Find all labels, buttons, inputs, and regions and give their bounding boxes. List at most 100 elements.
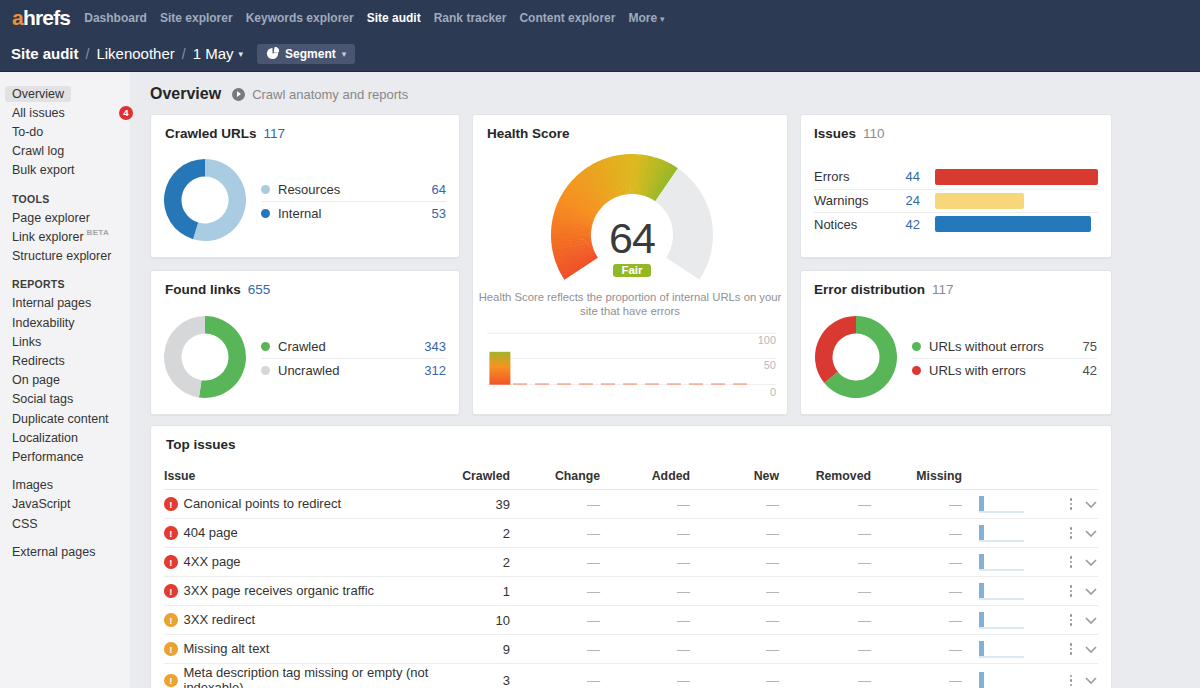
sidebar-item-to-do[interactable]: To-do [0, 122, 130, 141]
sidebar-item-performance[interactable]: Performance [0, 447, 130, 466]
issue-label[interactable]: Meta description tag missing or empty (n… [184, 664, 448, 688]
sidebar-item-structure-explorer[interactable]: Structure explorer [0, 247, 130, 266]
page-subtitle[interactable]: Crawl anatomy and reports [252, 87, 408, 102]
found-links-total[interactable]: 655 [248, 282, 271, 297]
sparkline-bar [979, 641, 984, 658]
breadcrumb-item-likenoother[interactable]: Likenoother [96, 45, 174, 62]
nav-item-rank-tracker[interactable]: Rank tracker [434, 11, 507, 25]
column-header-crawled[interactable]: Crawled [450, 469, 510, 487]
column-header-new[interactable]: New [690, 469, 779, 487]
breadcrumb-separator: / [86, 46, 90, 62]
issue-label[interactable]: 4XX page [184, 553, 241, 572]
kebab-menu-icon[interactable] [1068, 612, 1075, 628]
sidebar-item-links[interactable]: Links [0, 332, 130, 351]
sidebar-group: REPORTSInternal pages Indexability LinksRe… [0, 275, 130, 467]
column-header-added[interactable]: Added [600, 469, 690, 487]
change-value: — [510, 613, 600, 628]
legend-dot-icon [912, 342, 921, 351]
legend-value[interactable]: 343 [424, 339, 446, 354]
chevron-down-icon[interactable] [1085, 588, 1097, 595]
removed-value: — [779, 497, 871, 512]
sparkline-baseline [979, 540, 1024, 542]
sidebar-item-label: To-do [12, 125, 43, 139]
nav-item-content-explorer[interactable]: Content explorer [519, 11, 615, 25]
sidebar-item-external-pages[interactable]: External pages [0, 542, 130, 561]
sidebar-item-overview[interactable]: Overview [0, 84, 130, 103]
sidebar-item-css[interactable]: CSS [0, 514, 130, 533]
nav-item-dashboard[interactable]: Dashboard [84, 11, 147, 25]
issue-cell: !404 page [164, 524, 450, 543]
missing-value: — [871, 526, 962, 541]
crawled-urls-total[interactable]: 117 [264, 126, 286, 141]
sidebar-item-internal-pages[interactable]: Internal pages [0, 294, 130, 313]
chevron-down-icon[interactable] [1085, 677, 1097, 684]
sidebar-item-localization[interactable]: Localization [0, 428, 130, 447]
issues-count-badge: 4 [119, 106, 133, 120]
issue-label[interactable]: Canonical points to redirect [184, 495, 342, 514]
removed-value: — [779, 555, 871, 570]
sidebar-item-bulk-export[interactable]: Bulk export [0, 161, 130, 180]
nav-item-site-explorer[interactable]: Site explorer [160, 11, 233, 25]
row-actions [1024, 525, 1098, 541]
column-header-issue[interactable]: Issue [164, 469, 450, 487]
breadcrumb-item-site-audit[interactable]: Site audit [11, 45, 79, 62]
issues-row-value[interactable]: 42 [880, 217, 920, 232]
column-header-removed[interactable]: Removed [779, 469, 871, 487]
ahrefs-logo[interactable]: ahrefs [12, 6, 70, 30]
sidebar-item-page-explorer[interactable]: Page explorer [0, 208, 130, 227]
issues-row-value[interactable]: 44 [880, 169, 920, 184]
sidebar-item-link-explorer[interactable]: Link explorerBETA [0, 227, 130, 246]
kebab-menu-icon[interactable] [1068, 583, 1075, 599]
sidebar-item-javascript[interactable]: JavaScript [0, 495, 130, 514]
sidebar-item-social-tags[interactable]: Social tags [0, 390, 130, 409]
health-score-value: 64 [547, 214, 717, 263]
chevron-down-icon: ▾ [660, 14, 665, 24]
issue-label[interactable]: 404 page [184, 524, 238, 543]
sidebar-item-crawl-log[interactable]: Crawl log [0, 142, 130, 161]
breadcrumb-item-1-may[interactable]: 1 May [193, 45, 234, 62]
legend-value[interactable]: 53 [432, 206, 446, 221]
issue-label[interactable]: 3XX page receives organic traffic [184, 582, 375, 601]
health-score-trend-chart: 100500 [487, 325, 777, 403]
legend-value[interactable]: 64 [432, 182, 446, 197]
chevron-down-icon[interactable] [1085, 559, 1097, 566]
added-value: — [600, 642, 690, 657]
sidebar-item-label: Link explorer [12, 230, 84, 244]
issue-label[interactable]: 3XX redirect [184, 611, 256, 630]
sidebar-item-duplicate-content[interactable]: Duplicate content [0, 409, 130, 428]
chevron-down-icon[interactable] [1085, 501, 1097, 508]
sidebar-item-all-issues[interactable]: All issues4 [0, 103, 130, 122]
sidebar-item-label: Overview [5, 86, 71, 102]
play-video-icon[interactable] [232, 88, 245, 101]
kebab-menu-icon[interactable] [1068, 641, 1075, 657]
nav-item-site-audit[interactable]: Site audit [367, 11, 421, 25]
chevron-down-icon[interactable] [1085, 530, 1097, 537]
sidebar-item-on-page[interactable]: On page [0, 371, 130, 390]
kebab-menu-icon[interactable] [1068, 496, 1075, 512]
nav-item-keywords-explorer[interactable]: Keywords explorer [246, 11, 354, 25]
column-header-missing[interactable]: Missing [871, 469, 962, 487]
sidebar-item-images[interactable]: Images [0, 476, 130, 495]
change-value: — [510, 673, 600, 688]
issue-history-sparkline [962, 490, 1024, 518]
sidebar-item-redirects[interactable]: Redirects [0, 351, 130, 370]
kebab-menu-icon[interactable] [1068, 673, 1075, 688]
crawled-urls-donut-chart [163, 158, 247, 242]
kebab-menu-icon[interactable] [1068, 525, 1075, 541]
legend-value[interactable]: 312 [424, 363, 446, 378]
chevron-down-icon[interactable] [1085, 646, 1097, 653]
legend-dot-icon [261, 209, 270, 218]
segment-button-label: Segment [285, 47, 336, 61]
sidebar-item-indexability[interactable]: Indexability [0, 313, 130, 332]
sidebar-item-label: Indexability [12, 316, 75, 330]
sidebar-group-header: REPORTS [0, 275, 130, 294]
column-header-change[interactable]: Change [510, 469, 600, 487]
issue-label[interactable]: Missing alt text [184, 640, 270, 659]
segment-button[interactable]: Segment ▾ [257, 44, 355, 64]
chevron-down-icon[interactable] [1085, 617, 1097, 624]
health-score-rating-badge: Fair [613, 264, 650, 277]
kebab-menu-icon[interactable] [1068, 554, 1075, 570]
nav-item-more[interactable]: More▾ [628, 11, 664, 25]
crawled-count: 39 [450, 497, 510, 512]
issues-row-value[interactable]: 24 [880, 193, 920, 208]
